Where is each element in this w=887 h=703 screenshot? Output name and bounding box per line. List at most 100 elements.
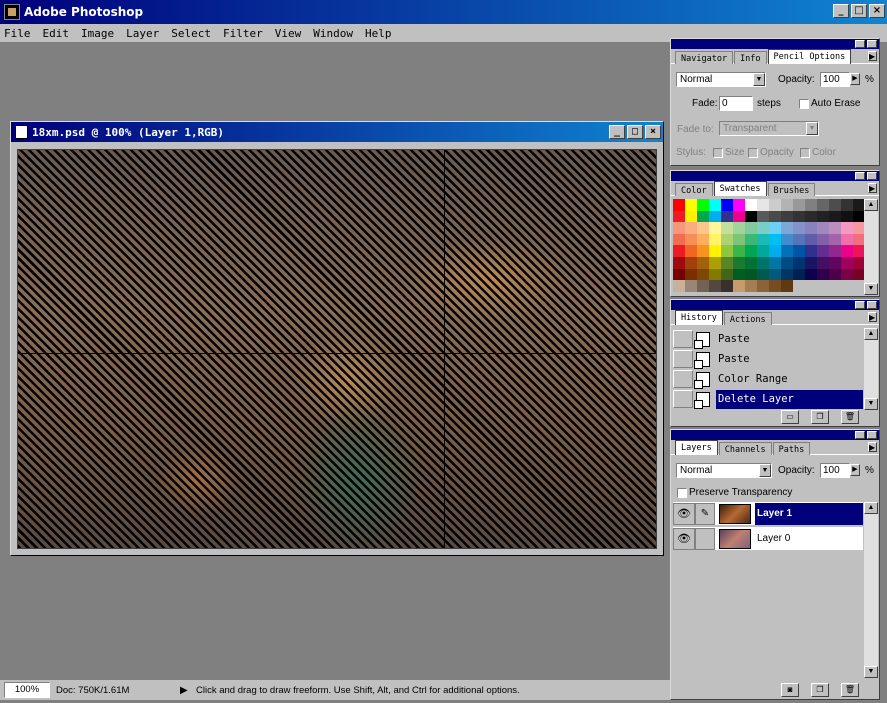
swatch[interactable] — [721, 199, 733, 211]
menu-select[interactable]: Select — [171, 27, 211, 40]
panel-menu-arrow-icon[interactable]: ▶ — [868, 183, 877, 193]
panel-menu-arrow-icon[interactable]: ▶ — [868, 442, 877, 452]
swatch[interactable] — [685, 199, 697, 211]
doc-maximize-button[interactable]: □ — [627, 125, 643, 139]
scroll-down-icon[interactable]: ▼ — [864, 666, 878, 678]
swatch[interactable] — [805, 222, 817, 234]
scroll-up-icon[interactable]: ▲ — [864, 328, 878, 340]
swatch[interactable] — [841, 199, 853, 211]
tab-navigator[interactable]: Navigator — [675, 51, 734, 64]
tab-paths[interactable]: Paths — [772, 442, 811, 455]
swatch[interactable] — [829, 222, 841, 234]
swatch[interactable] — [745, 233, 757, 246]
scroll-up-icon[interactable]: ▲ — [864, 199, 878, 211]
history-item[interactable]: Paste — [671, 329, 863, 349]
swatch[interactable] — [793, 280, 805, 292]
panel-close-button[interactable] — [867, 301, 877, 309]
swatch[interactable] — [721, 256, 733, 269]
panel-close-button[interactable] — [867, 431, 877, 439]
swatch[interactable] — [745, 268, 757, 281]
swatch[interactable] — [697, 222, 709, 234]
swatch[interactable] — [757, 256, 769, 269]
trash-icon[interactable]: 🗑 — [841, 683, 859, 697]
swatch[interactable] — [829, 245, 841, 257]
swatch[interactable] — [685, 256, 697, 269]
swatch[interactable] — [829, 233, 841, 246]
swatch[interactable] — [829, 199, 841, 211]
swatch[interactable] — [673, 222, 685, 234]
swatch[interactable] — [697, 245, 709, 257]
eye-icon[interactable]: 👁 — [673, 527, 695, 550]
panel-menu-arrow-icon[interactable]: ▶ — [868, 312, 877, 322]
history-item[interactable]: Paste — [671, 349, 863, 369]
swatch[interactable] — [733, 222, 745, 234]
swatch[interactable] — [745, 280, 757, 292]
swatch[interactable] — [817, 210, 829, 223]
tab-actions[interactable]: Actions — [723, 312, 772, 325]
swatch[interactable] — [781, 280, 793, 292]
swatch[interactable] — [709, 222, 721, 234]
swatch[interactable] — [793, 256, 805, 269]
tab-info[interactable]: Info — [734, 51, 767, 64]
swatch[interactable] — [769, 222, 781, 234]
swatch[interactable] — [673, 245, 685, 257]
swatch[interactable] — [793, 268, 805, 281]
swatch[interactable] — [721, 210, 733, 223]
new-snapshot-icon[interactable]: ❐ — [811, 410, 829, 424]
horizontal-guide[interactable] — [18, 353, 656, 354]
history-item-selected[interactable]: Delete Layer — [671, 389, 863, 409]
panel-titlebar[interactable] — [671, 430, 879, 440]
panel-titlebar[interactable] — [671, 300, 879, 310]
swatch[interactable] — [781, 256, 793, 269]
swatch[interactable] — [805, 280, 817, 292]
doc-close-button[interactable]: × — [645, 125, 661, 139]
swatch[interactable] — [757, 199, 769, 211]
menu-help[interactable]: Help — [365, 27, 392, 40]
swatch[interactable] — [769, 210, 781, 223]
panel-menu-arrow-icon[interactable]: ▶ — [868, 51, 877, 61]
opacity-slider-arrow-icon[interactable]: ▶ — [850, 73, 860, 85]
swatch[interactable] — [721, 245, 733, 257]
swatch[interactable] — [841, 233, 853, 246]
swatch[interactable] — [733, 245, 745, 257]
history-brush-source[interactable] — [673, 370, 693, 388]
swatch[interactable] — [673, 233, 685, 246]
swatch[interactable] — [757, 210, 769, 223]
swatch[interactable] — [769, 233, 781, 246]
swatch[interactable] — [733, 199, 745, 211]
panel-titlebar[interactable] — [671, 171, 879, 181]
minimize-button[interactable]: _ — [833, 4, 849, 18]
swatch[interactable] — [673, 268, 685, 281]
swatch[interactable] — [769, 268, 781, 281]
eye-icon[interactable]: 👁 — [673, 502, 695, 525]
swatch[interactable] — [817, 268, 829, 281]
swatch[interactable] — [673, 210, 685, 223]
swatch[interactable] — [745, 256, 757, 269]
history-item[interactable]: Color Range — [671, 369, 863, 389]
swatch[interactable] — [745, 245, 757, 257]
layer-opacity-input[interactable]: 100 — [820, 463, 850, 478]
blend-mode-select[interactable]: Normal ▼ — [676, 463, 772, 478]
fade-input[interactable]: 0 — [719, 96, 753, 111]
swatch[interactable] — [709, 280, 721, 292]
menu-window[interactable]: Window — [313, 27, 353, 40]
swatch[interactable] — [673, 256, 685, 269]
pencil-mode-select[interactable]: Normal ▼ — [676, 72, 766, 87]
status-menu-arrow-icon[interactable]: ▶ — [180, 685, 192, 696]
history-scrollbar[interactable]: ▲ ▼ — [864, 328, 878, 410]
swatch[interactable] — [829, 280, 841, 292]
swatch[interactable] — [709, 268, 721, 281]
vertical-guide[interactable] — [444, 150, 445, 548]
swatch[interactable] — [781, 222, 793, 234]
panel-close-button[interactable] — [867, 40, 877, 48]
auto-erase-checkbox[interactable] — [799, 99, 809, 109]
history-brush-source[interactable] — [673, 390, 693, 408]
swatch[interactable] — [709, 199, 721, 211]
swatch[interactable] — [733, 256, 745, 269]
swatch[interactable] — [721, 268, 733, 281]
panel-minimize-button[interactable] — [855, 431, 865, 439]
panel-minimize-button[interactable] — [855, 172, 865, 180]
swatch[interactable] — [721, 280, 733, 292]
close-button[interactable]: × — [869, 4, 885, 18]
swatch[interactable] — [697, 256, 709, 269]
